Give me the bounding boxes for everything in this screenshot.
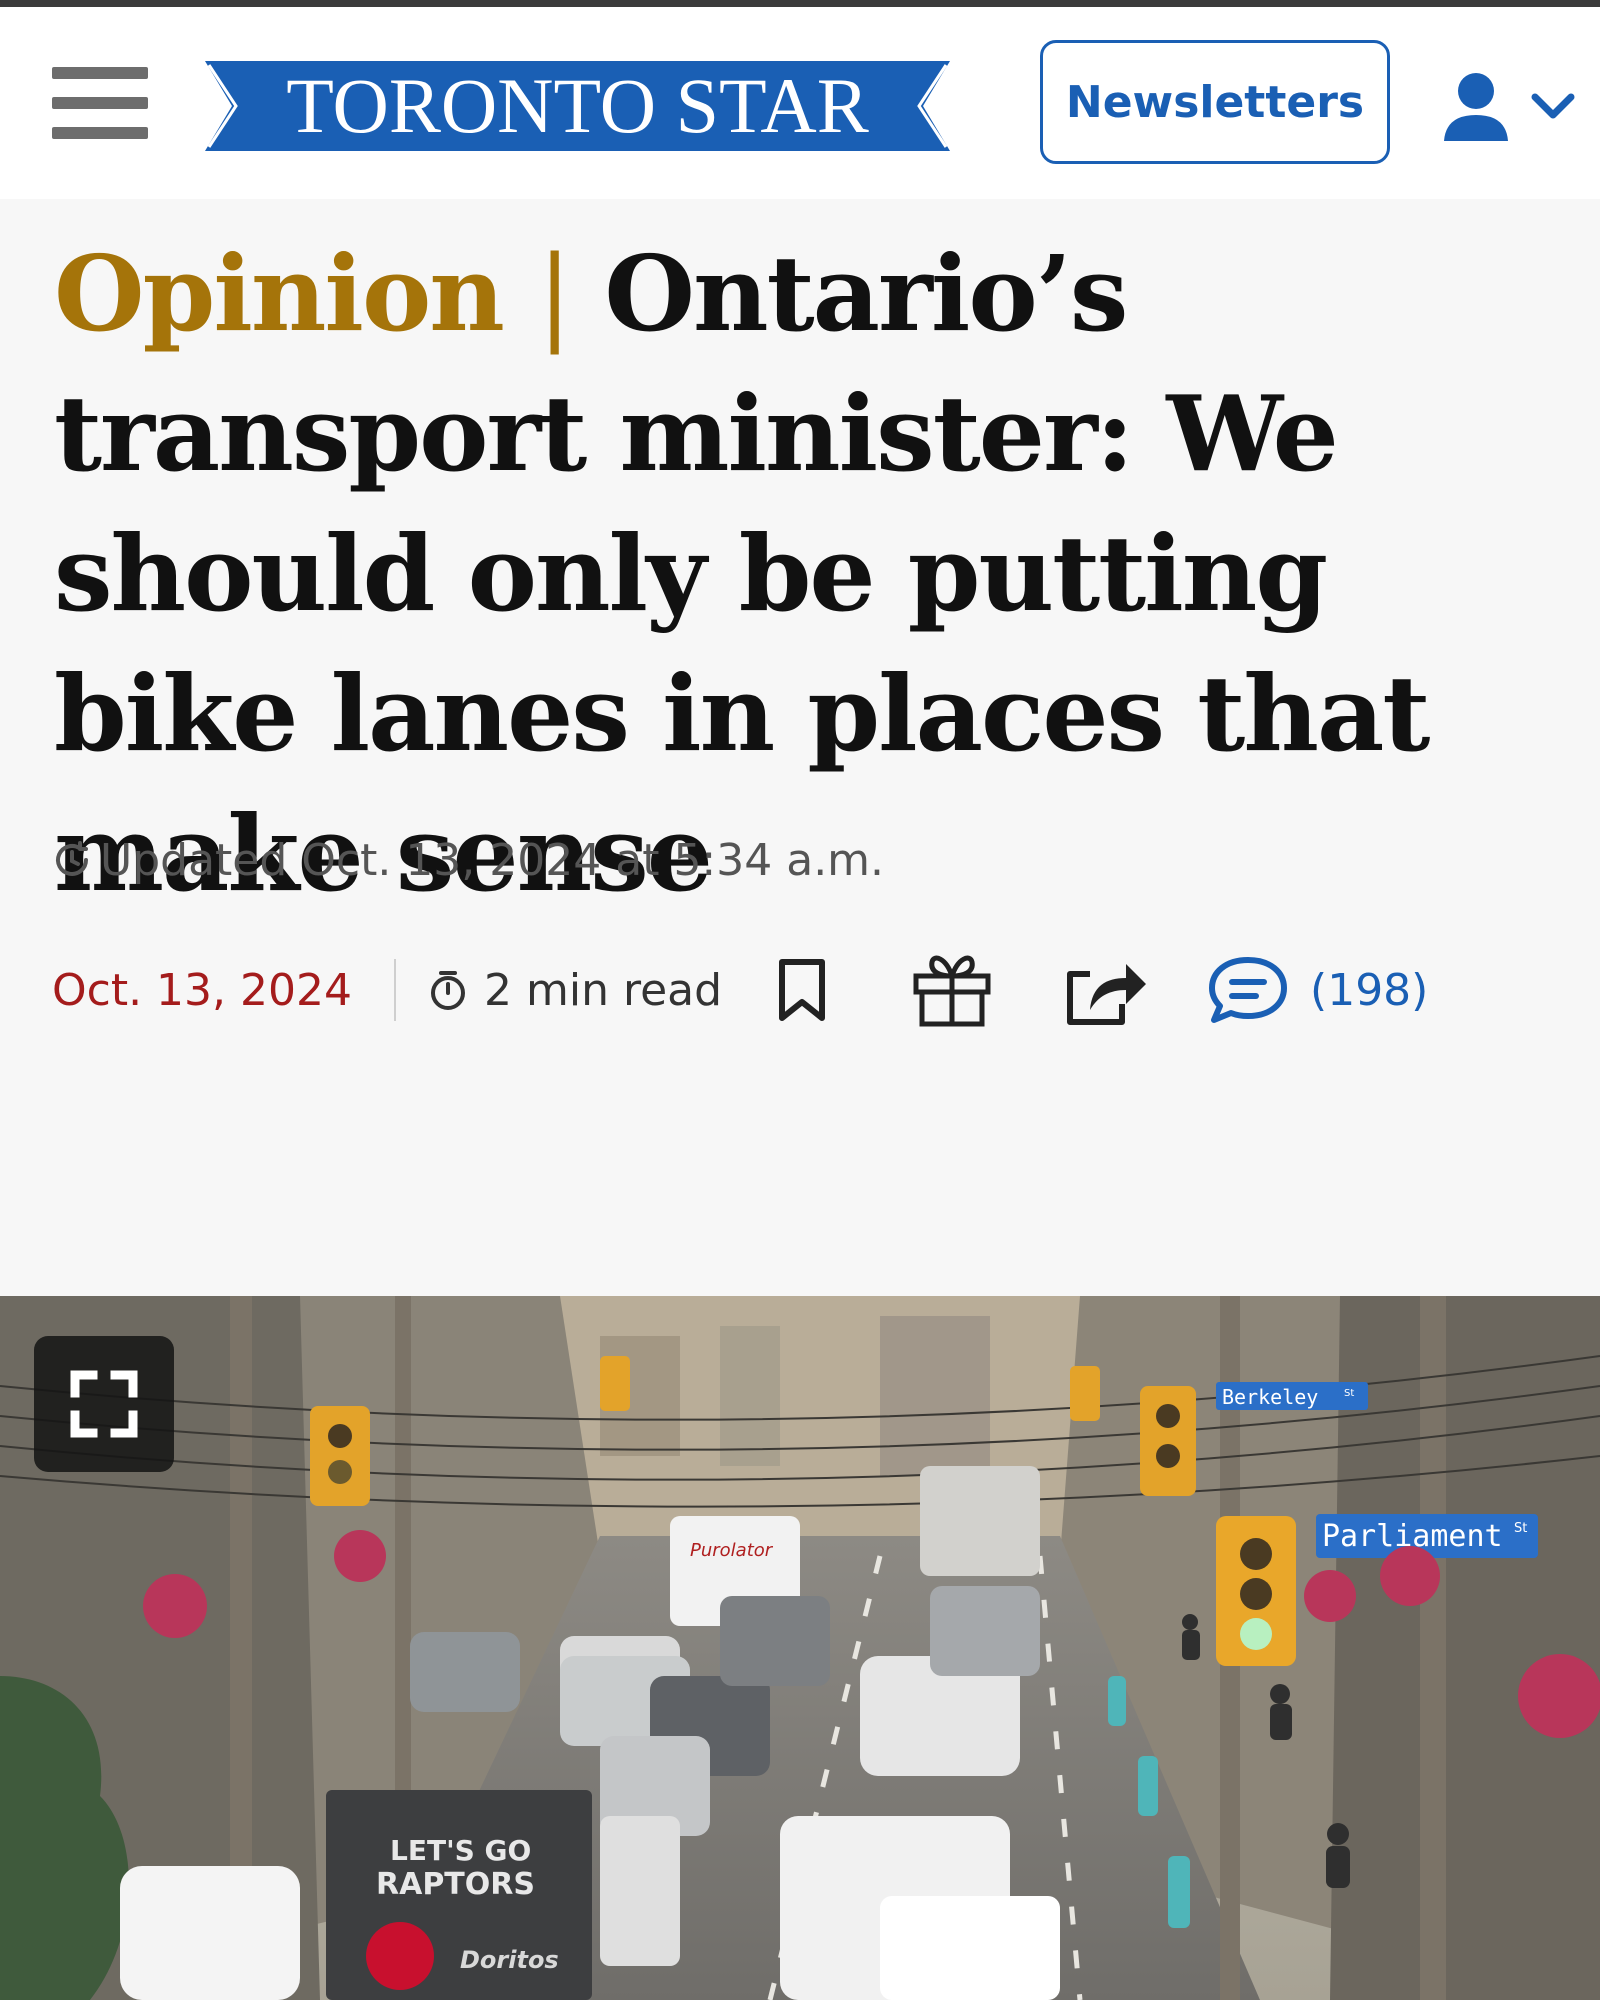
truck-text-1: LET'S GO bbox=[390, 1834, 531, 1867]
toronto-star-logo[interactable]: TORONTO STAR bbox=[205, 61, 950, 151]
top-border bbox=[0, 0, 1600, 7]
section-label[interactable]: Opinion bbox=[54, 232, 505, 355]
publish-date: Oct. 13, 2024 bbox=[52, 964, 352, 1016]
meta-divider bbox=[394, 959, 396, 1021]
share-icon bbox=[1067, 964, 1147, 1025]
newsletters-button[interactable]: Newsletters bbox=[1040, 40, 1390, 164]
parliament-sign-suffix: St bbox=[1514, 1521, 1527, 1536]
read-time: 2 min read bbox=[426, 965, 722, 1016]
gift-button[interactable] bbox=[910, 952, 994, 1028]
share-button[interactable] bbox=[1060, 952, 1150, 1028]
gift-icon bbox=[913, 955, 991, 1027]
berkeley-sign-suffix: St bbox=[1344, 1388, 1354, 1399]
bookmark-icon bbox=[779, 959, 826, 1021]
street-scene: Parliament St Berkeley St Purolator LET'… bbox=[0, 1296, 1600, 2000]
chevron-down-icon bbox=[1531, 93, 1575, 119]
site-header: TORONTO STAR Newsletters bbox=[0, 7, 1600, 199]
expand-icon bbox=[70, 1370, 138, 1438]
comment-icon bbox=[1209, 957, 1288, 1023]
updated-text: Updated Oct. 13, 2024 at 5:34 a.m. bbox=[100, 834, 885, 886]
updated-timestamp: Updated Oct. 13, 2024 at 5:34 a.m. bbox=[52, 830, 884, 890]
logo-text: TORONTO STAR bbox=[286, 62, 869, 149]
comments-button[interactable]: (198) bbox=[1206, 954, 1428, 1026]
van-brand: Purolator bbox=[690, 1540, 774, 1561]
truck-text-2: RAPTORS bbox=[376, 1867, 535, 1902]
expand-image-button[interactable] bbox=[34, 1336, 174, 1472]
account-icon bbox=[1444, 73, 1508, 141]
truck-brand: Doritos bbox=[460, 1946, 559, 1974]
article-headline: Opinion | Ontario’s transport minister: … bbox=[54, 224, 1554, 924]
read-time-text: 2 min read bbox=[484, 964, 723, 1016]
bookmark-button[interactable] bbox=[774, 956, 830, 1024]
berkeley-sign: Berkeley bbox=[1222, 1385, 1318, 1409]
comment-count: (198) bbox=[1310, 964, 1429, 1016]
account-menu[interactable] bbox=[1440, 69, 1580, 149]
clock-icon bbox=[56, 841, 88, 876]
hero-image[interactable]: Parliament St Berkeley St Purolator LET'… bbox=[0, 1296, 1600, 2000]
section-separator: | bbox=[537, 233, 572, 355]
menu-icon[interactable] bbox=[52, 67, 148, 143]
article-meta-row: Oct. 13, 2024 2 min read (198) bbox=[52, 950, 1552, 1030]
timer-icon bbox=[431, 971, 465, 1010]
